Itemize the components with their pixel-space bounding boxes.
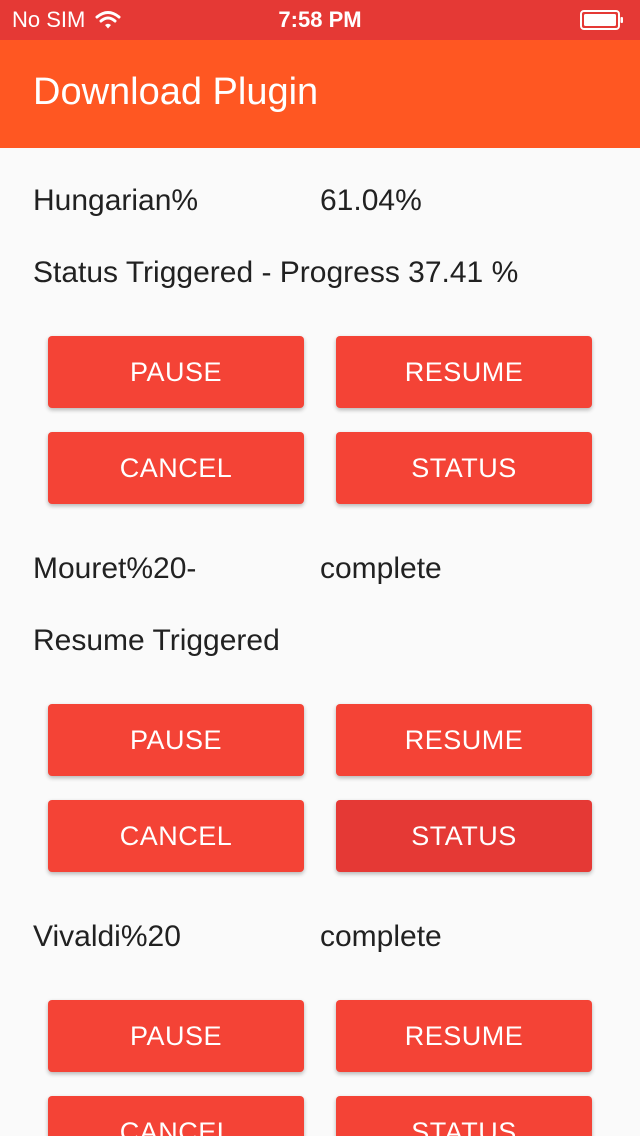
download-name: Vivaldi%20 — [33, 920, 181, 953]
cancel-button[interactable]: CANCEL — [48, 800, 304, 872]
status-bar: No SIM 7:58 PM — [0, 0, 640, 40]
status-button[interactable]: STATUS — [336, 1096, 592, 1136]
resume-button[interactable]: RESUME — [336, 1000, 592, 1072]
download-progress: complete — [320, 552, 442, 585]
status-button[interactable]: STATUS — [336, 800, 592, 872]
pause-button[interactable]: PAUSE — [48, 704, 304, 776]
resume-button[interactable]: RESUME — [336, 336, 592, 408]
download-list: Hungarian% 61.04% Status Triggered - Pro… — [0, 148, 640, 1136]
cancel-button[interactable]: CANCEL — [48, 432, 304, 504]
status-button[interactable]: STATUS — [336, 432, 592, 504]
download-status-text: Status Triggered - Progress 37.41 % — [33, 256, 519, 289]
clock: 7:58 PM — [278, 7, 362, 32]
app-bar: Download Plugin — [0, 40, 640, 148]
download-name: Mouret%20- — [33, 552, 197, 585]
download-name: Hungarian% — [33, 184, 199, 217]
app-title: Download Plugin — [33, 71, 319, 113]
download-status-text: Resume Triggered — [33, 624, 280, 657]
resume-button[interactable]: RESUME — [336, 704, 592, 776]
pause-button[interactable]: PAUSE — [48, 336, 304, 408]
cancel-button[interactable]: CANCEL — [48, 1096, 304, 1136]
pause-button[interactable]: PAUSE — [48, 1000, 304, 1072]
download-progress: complete — [320, 920, 442, 953]
battery-icon — [580, 10, 624, 30]
download-progress: 61.04% — [320, 184, 422, 217]
